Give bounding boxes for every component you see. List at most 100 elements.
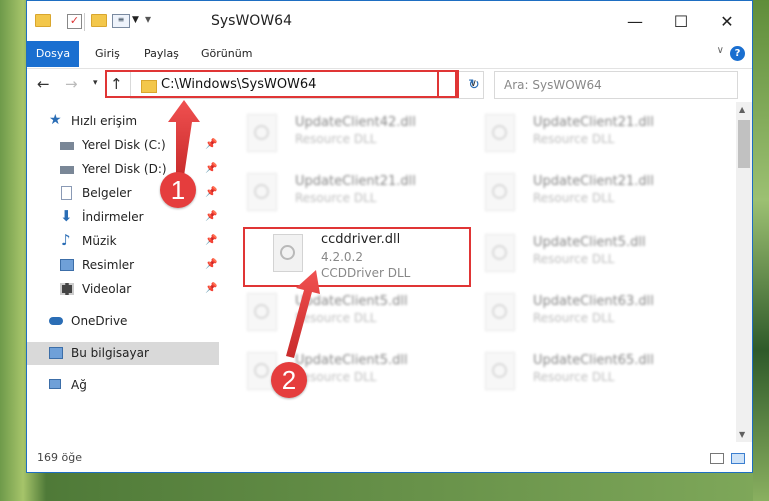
refresh-button[interactable]: ↻	[464, 71, 484, 99]
file-name: UpdateClient5.dll	[295, 353, 408, 368]
nav-item-local-disk-c[interactable]: Yerel Disk (C:) 📌	[27, 134, 219, 157]
forward-arrow-icon[interactable]: →	[65, 75, 78, 93]
star-icon: ★	[49, 112, 62, 128]
ribbon: Dosya Giriş Paylaş Görünüm ∨ ?	[27, 41, 752, 69]
address-path[interactable]: C:\Windows\SysWOW64	[161, 77, 316, 92]
tab-file[interactable]: Dosya	[27, 41, 79, 67]
dll-file-icon	[485, 114, 515, 152]
callout-step-1: 1	[160, 172, 196, 208]
callout-step-2: 2	[271, 362, 307, 398]
file-name: UpdateClient21.dll	[533, 174, 654, 189]
tab-home[interactable]: Giriş	[95, 41, 120, 67]
dll-file-icon	[247, 293, 277, 331]
file-item[interactable]: UpdateClient63.dll Resource DLL	[485, 289, 705, 339]
file-type: CCDDriver DLL	[321, 266, 411, 280]
up-arrow-icon[interactable]: ↑	[110, 75, 123, 93]
dll-file-icon	[485, 234, 515, 272]
file-version: 4.2.0.2	[321, 250, 363, 264]
properties-check-icon[interactable]: ✓	[67, 14, 82, 29]
dll-file-icon	[247, 114, 277, 152]
desktop-background	[753, 0, 769, 501]
vertical-scrollbar[interactable]: ▲ ▼	[736, 102, 752, 442]
file-name: UpdateClient21.dll	[295, 174, 416, 189]
scroll-up-arrow-icon[interactable]: ▲	[739, 105, 745, 114]
file-name: UpdateClient42.dll	[295, 115, 416, 130]
nav-label: Müzik	[82, 234, 117, 248]
large-icons-view-icon[interactable]	[731, 453, 745, 464]
nav-label: Resimler	[82, 258, 135, 272]
search-input[interactable]: Ara: SysWOW64	[494, 71, 738, 99]
file-list: UpdateClient42.dll Resource DLL UpdateCl…	[227, 102, 737, 442]
file-name: UpdateClient63.dll	[533, 294, 654, 309]
file-type: Resource DLL	[295, 370, 377, 384]
nav-label: Belgeler	[82, 186, 132, 200]
details-view-icon[interactable]	[710, 453, 724, 464]
file-type: Resource DLL	[295, 132, 377, 146]
scrollbar-thumb[interactable]	[738, 120, 750, 168]
back-arrow-icon[interactable]: ←	[37, 75, 50, 93]
nav-item-pictures[interactable]: Resimler 📌	[27, 254, 219, 277]
recent-locations-icon[interactable]: ▾	[93, 78, 98, 88]
pin-icon[interactable]: 📌	[205, 259, 217, 270]
navigation-bar: ← → ▾ ↑ C:\Windows\SysWOW64 ∨ ↻ Ara: Sys…	[27, 69, 752, 101]
file-item[interactable]: UpdateClient5.dll Resource DLL	[247, 289, 467, 339]
nav-onedrive[interactable]: OneDrive	[27, 310, 219, 333]
nav-this-pc[interactable]: Bu bilgisayar	[27, 342, 219, 365]
pin-icon[interactable]: 📌	[205, 283, 217, 294]
tab-view[interactable]: Görünüm	[201, 41, 252, 67]
pin-icon[interactable]: 📌	[205, 211, 217, 222]
file-type: Resource DLL	[533, 132, 615, 146]
pin-icon[interactable]: 📌	[205, 163, 217, 174]
dll-file-icon	[247, 173, 277, 211]
close-button[interactable]: ✕	[704, 7, 750, 37]
file-name: UpdateClient65.dll	[533, 353, 654, 368]
file-item[interactable]: UpdateClient42.dll Resource DLL	[247, 110, 467, 160]
file-item[interactable]: UpdateClient21.dll Resource DLL	[247, 169, 467, 219]
tab-share[interactable]: Paylaş	[144, 41, 179, 67]
file-item[interactable]: UpdateClient5.dll Resource DLL	[485, 230, 705, 280]
nav-label: İndirmeler	[82, 210, 144, 224]
pin-icon[interactable]: 📌	[205, 139, 217, 150]
nav-item-downloads[interactable]: ⬇ İndirmeler 📌	[27, 206, 219, 229]
dll-file-icon	[485, 352, 515, 390]
folder-icon	[35, 14, 51, 27]
nav-label: Yerel Disk (C:)	[82, 138, 166, 152]
file-item[interactable]: UpdateClient65.dll Resource DLL	[485, 348, 705, 398]
window-title: SysWOW64	[211, 13, 292, 29]
file-name: ccddriver.dll	[321, 232, 401, 247]
navigation-pane: ★ Hızlı erişim Yerel Disk (C:) 📌 Yerel D…	[27, 102, 219, 442]
dll-file-icon	[485, 293, 515, 331]
nav-quick-access[interactable]: ★ Hızlı erişim	[27, 110, 219, 133]
file-item[interactable]: UpdateClient21.dll Resource DLL	[485, 169, 705, 219]
film-icon	[60, 283, 74, 295]
explorer-window: ✓ ≡ ▼ ▾ SysWOW64 — ☐ ✕ Dosya Giriş Payla…	[26, 0, 753, 473]
minimize-button[interactable]: —	[612, 7, 658, 37]
file-item-ccddriver[interactable]: ccddriver.dll 4.2.0.2 CCDDriver DLL	[273, 230, 493, 280]
nav-label: Yerel Disk (D:)	[82, 162, 167, 176]
pin-icon[interactable]: 📌	[205, 235, 217, 246]
nav-label: Ağ	[71, 378, 87, 392]
file-name: UpdateClient5.dll	[533, 235, 646, 250]
computer-icon	[49, 347, 63, 359]
help-icon[interactable]: ?	[730, 46, 745, 61]
properties-icon[interactable]: ≡	[112, 14, 130, 28]
network-icon	[49, 379, 61, 389]
new-folder-icon[interactable]	[91, 14, 107, 27]
expand-ribbon-icon[interactable]: ∨	[717, 45, 724, 56]
customize-toolbar-icon[interactable]: ▾	[145, 12, 151, 26]
status-bar: 169 öğe	[27, 442, 752, 472]
nav-label: Bu bilgisayar	[71, 346, 149, 360]
pin-icon[interactable]: 📌	[205, 187, 217, 198]
document-icon	[61, 186, 72, 200]
nav-item-music[interactable]: ♪ Müzik 📌	[27, 230, 219, 253]
file-name: UpdateClient21.dll	[533, 115, 654, 130]
nav-item-videos[interactable]: Videolar 📌	[27, 278, 219, 301]
maximize-button[interactable]: ☐	[658, 7, 704, 37]
file-item[interactable]: UpdateClient21.dll Resource DLL	[485, 110, 705, 160]
cloud-icon	[49, 317, 63, 325]
chevron-down-icon[interactable]: ▼	[132, 15, 139, 25]
address-bar[interactable]: C:\Windows\SysWOW64 ∨	[130, 71, 484, 99]
scroll-down-arrow-icon[interactable]: ▼	[739, 430, 745, 439]
file-name: UpdateClient5.dll	[295, 294, 408, 309]
nav-network[interactable]: Ağ	[27, 374, 219, 397]
